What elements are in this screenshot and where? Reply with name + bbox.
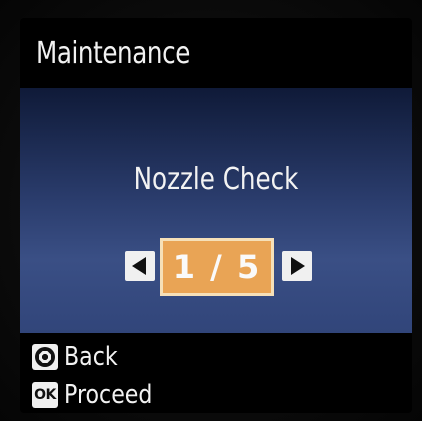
stop-icon	[32, 344, 58, 370]
page-selector: 1 / 5	[20, 236, 412, 296]
proceed-hint[interactable]: OK Proceed	[32, 378, 168, 412]
page-title: Maintenance	[36, 36, 190, 71]
lcd-screen: Maintenance Nozzle Check 1 / 5 Back OK P…	[20, 18, 412, 413]
arrow-right-icon[interactable]	[282, 251, 312, 281]
menu-item-label: Nozzle Check	[133, 162, 299, 197]
arrow-left-icon[interactable]	[125, 251, 155, 281]
proceed-label: Proceed	[64, 380, 153, 410]
ok-key-label: OK	[34, 387, 56, 403]
back-label: Back	[64, 342, 118, 372]
menu-panel: Nozzle Check 1 / 5	[20, 88, 412, 333]
device-bezel: Maintenance Nozzle Check 1 / 5 Back OK P…	[0, 0, 422, 421]
back-hint[interactable]: Back	[32, 340, 127, 374]
page-indicator: 1 / 5	[160, 238, 274, 296]
ok-key-icon: OK	[32, 382, 58, 408]
